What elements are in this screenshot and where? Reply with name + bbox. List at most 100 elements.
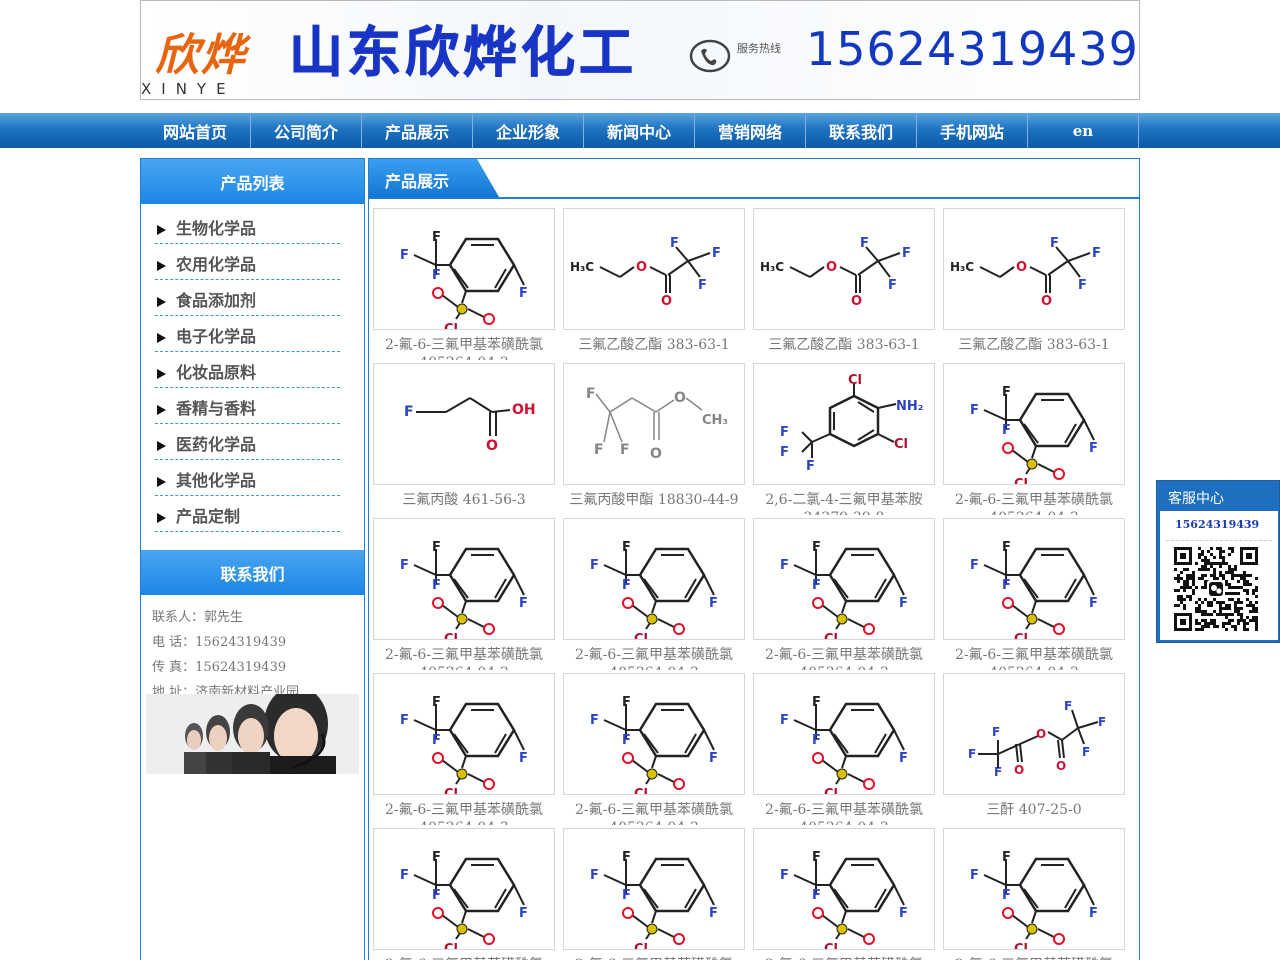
product-card[interactable]: F F F F Cl 2-氟-6-三氟甲基苯磺酰氯 405264-04-3	[373, 828, 555, 960]
product-image[interactable]: F F F F Cl	[373, 518, 555, 640]
nav-item-4[interactable]: 企业形象	[473, 113, 584, 148]
product-image[interactable]: F O OH	[373, 363, 555, 485]
product-caption[interactable]: 2-氟-6-三氟甲基苯磺酰氯 405264-04-3	[753, 801, 935, 825]
svg-text:Cl: Cl	[848, 373, 862, 388]
product-caption[interactable]: 2-氟-6-三氟甲基苯磺酰氯 405264-04-3	[373, 646, 555, 670]
section-title: 产品展示	[369, 159, 499, 197]
product-caption[interactable]: 2-氟-6-三氟甲基苯磺酰氯 405264-04-3	[373, 801, 555, 825]
product-card[interactable]: F F F F Cl 2-氟-6-三氟甲基苯磺酰氯 405264-04-3	[753, 673, 935, 825]
product-card[interactable]: H₃C O O F F F 三氟乙酸乙酯 383-63-1	[563, 208, 745, 358]
product-caption[interactable]: 三氟乙酸乙酯 383-63-1	[753, 336, 935, 360]
nav-item-8[interactable]: 手机网站	[917, 113, 1028, 148]
product-image[interactable]: H₃C O O F F F	[753, 208, 935, 330]
nav-item-1[interactable]: 网站首页	[140, 113, 251, 148]
product-image[interactable]: F F F F Cl	[373, 673, 555, 795]
product-caption[interactable]: 2,6-二氯-4-三氟甲基苯胺 24279-39-8	[753, 491, 935, 515]
category-item[interactable]: 生物化学品	[155, 208, 340, 244]
product-card[interactable]: F F F O O CH₃ 三氟丙酸甲酯 18830-44-9	[563, 363, 745, 513]
product-image[interactable]: FFFOOOFFF	[943, 673, 1125, 795]
category-item[interactable]: 食品添加剂	[155, 280, 340, 316]
product-caption[interactable]: 2-氟-6-三氟甲基苯磺酰氯 405264-04-3	[943, 491, 1125, 515]
category-label: 其他化学品	[176, 471, 257, 490]
product-image[interactable]: F F F O O CH₃	[563, 363, 745, 485]
product-card[interactable]: F F F F Cl 2-氟-6-三氟甲基苯磺酰氯 405264-04-3	[943, 363, 1125, 515]
product-card[interactable]: ClNH₂ClFFF 2,6-二氯-4-三氟甲基苯胺 24279-39-8	[753, 363, 935, 515]
product-card[interactable]: F F F F Cl 2-氟-6-三氟甲基苯磺酰氯 405264-04-3	[943, 518, 1125, 670]
product-card[interactable]: F F F F Cl 2-氟-6-三氟甲基苯磺酰氯 405264-04-3	[373, 208, 555, 360]
main-nav: 网站首页 公司简介 产品展示 企业形象 新闻中心 营销网络 联系我们 手机网站 en	[0, 113, 1280, 148]
product-caption[interactable]: 三氟乙酸乙酯 383-63-1	[563, 336, 745, 360]
service-phone: 15624319439	[1166, 511, 1272, 541]
category-item[interactable]: 香精与香料	[155, 388, 340, 424]
svg-text:Cl: Cl	[444, 632, 458, 639]
product-image[interactable]: F F F F Cl	[373, 208, 555, 330]
product-card[interactable]: F F F F Cl 2-氟-6-三氟甲基苯磺酰氯 405264-04-3	[373, 518, 555, 670]
nav-item-2[interactable]: 公司简介	[251, 113, 362, 148]
svg-text:Cl: Cl	[444, 322, 458, 329]
svg-text:O: O	[1016, 260, 1027, 275]
svg-text:O: O	[1041, 294, 1052, 309]
logo-text[interactable]: 欣烨	[155, 19, 247, 83]
chemical-structure-image: F F F F Cl	[590, 540, 718, 639]
product-card[interactable]: H₃C O O F F F 三氟乙酸乙酯 383-63-1	[943, 208, 1125, 358]
nav-item-6[interactable]: 营销网络	[695, 113, 806, 148]
product-caption[interactable]: 2-氟-6-三氟甲基苯磺酰氯 405264-04-3	[563, 801, 745, 825]
product-caption[interactable]: 三氟丙酸甲酯 18830-44-9	[563, 491, 745, 515]
category-item[interactable]: 农用化学品	[155, 244, 340, 280]
product-card[interactable]: H₃C O O F F F 三氟乙酸乙酯 383-63-1	[753, 208, 935, 358]
nav-item-5[interactable]: 新闻中心	[584, 113, 695, 148]
product-card[interactable]: F O OH 三氟丙酸 461-56-3	[373, 363, 555, 513]
svg-text:F: F	[812, 695, 821, 710]
product-image[interactable]: H₃C O O F F F	[563, 208, 745, 330]
product-image[interactable]: F F F F Cl	[753, 673, 935, 795]
product-image[interactable]: F F F F Cl	[943, 363, 1125, 485]
svg-text:F: F	[780, 558, 789, 573]
svg-text:F: F	[899, 596, 908, 611]
nav-item-9[interactable]: en	[1028, 113, 1139, 148]
contact-line: 联系人：郭先生	[152, 610, 244, 625]
nav-item-3[interactable]: 产品展示	[362, 113, 473, 148]
product-card[interactable]: F F F F Cl 2-氟-6-三氟甲基苯磺酰氯 405264-04-3	[753, 828, 935, 960]
category-item[interactable]: 电子化学品	[155, 316, 340, 352]
product-image[interactable]: F F F F Cl	[563, 518, 745, 640]
product-caption[interactable]: 2-氟-6-三氟甲基苯磺酰氯 405264-04-3	[943, 646, 1125, 670]
product-image[interactable]: F F F F Cl	[753, 828, 935, 950]
svg-text:F: F	[970, 868, 979, 883]
product-card[interactable]: F F F F Cl 2-氟-6-三氟甲基苯磺酰氯 405264-04-3	[373, 673, 555, 825]
product-caption[interactable]: 2-氟-6-三氟甲基苯磺酰氯 405264-04-3	[563, 956, 745, 960]
product-image[interactable]: F F F F Cl	[373, 828, 555, 950]
product-card[interactable]: F F F F Cl 2-氟-6-三氟甲基苯磺酰氯 405264-04-3	[563, 518, 745, 670]
svg-text:Cl: Cl	[1014, 942, 1028, 949]
product-caption[interactable]: 2-氟-6-三氟甲基苯磺酰氯 405264-04-3	[563, 646, 745, 670]
svg-text:F: F	[519, 906, 528, 921]
product-caption[interactable]: 2-氟-6-三氟甲基苯磺酰氯 405264-04-3	[373, 336, 555, 360]
nav-item-7[interactable]: 联系我们	[806, 113, 917, 148]
product-image[interactable]: F F F F Cl	[563, 673, 745, 795]
product-image[interactable]: F F F F Cl	[563, 828, 745, 950]
product-card[interactable]: F F F F Cl 2-氟-6-三氟甲基苯磺酰氯 405264-04-3	[563, 673, 745, 825]
product-image[interactable]: F F F F Cl	[753, 518, 935, 640]
category-item[interactable]: 产品定制	[155, 496, 340, 532]
product-card[interactable]: F F F F Cl 2-氟-6-三氟甲基苯磺酰氯 405264-04-3	[753, 518, 935, 670]
product-card[interactable]: F F F O O O F F F 三酐 407-25-0	[943, 673, 1125, 823]
product-image[interactable]: Cl NH₂ Cl F F F	[753, 363, 935, 485]
svg-text:F: F	[404, 404, 414, 420]
product-caption[interactable]: 2-氟-6-三氟甲基苯磺酰氯 405264-04-3	[753, 646, 935, 670]
product-card[interactable]: F F F F Cl 2-氟-6-三氟甲基苯磺酰氯 405264-04-3	[943, 828, 1125, 960]
product-caption[interactable]: 2-氟-6-三氟甲基苯磺酰氯 405264-04-3	[373, 956, 555, 960]
category-item[interactable]: 其他化学品	[155, 460, 340, 496]
category-label: 食品添加剂	[176, 291, 257, 310]
product-card[interactable]: F F F F Cl 2-氟-6-三氟甲基苯磺酰氯 405264-04-3	[563, 828, 745, 960]
product-caption[interactable]: 2-氟-6-三氟甲基苯磺酰氯 405264-04-3	[753, 956, 935, 960]
product-caption[interactable]: 三氟丙酸 461-56-3	[373, 491, 555, 515]
product-caption[interactable]: 2-氟-6-三氟甲基苯磺酰氯 405264-04-3	[943, 956, 1125, 960]
product-caption[interactable]: 三氟乙酸乙酯 383-63-1	[943, 336, 1125, 360]
product-caption[interactable]: 三酐 407-25-0	[943, 801, 1125, 825]
category-item[interactable]: 化妆品原料	[155, 352, 340, 388]
product-image[interactable]: F F F F Cl	[943, 518, 1125, 640]
svg-text:Cl: Cl	[634, 942, 648, 949]
product-image[interactable]: H₃C O O F F F	[943, 208, 1125, 330]
product-image[interactable]: F F F F Cl	[943, 828, 1125, 950]
category-item[interactable]: 医药化学品	[155, 424, 340, 460]
customer-service-photo	[146, 694, 359, 774]
